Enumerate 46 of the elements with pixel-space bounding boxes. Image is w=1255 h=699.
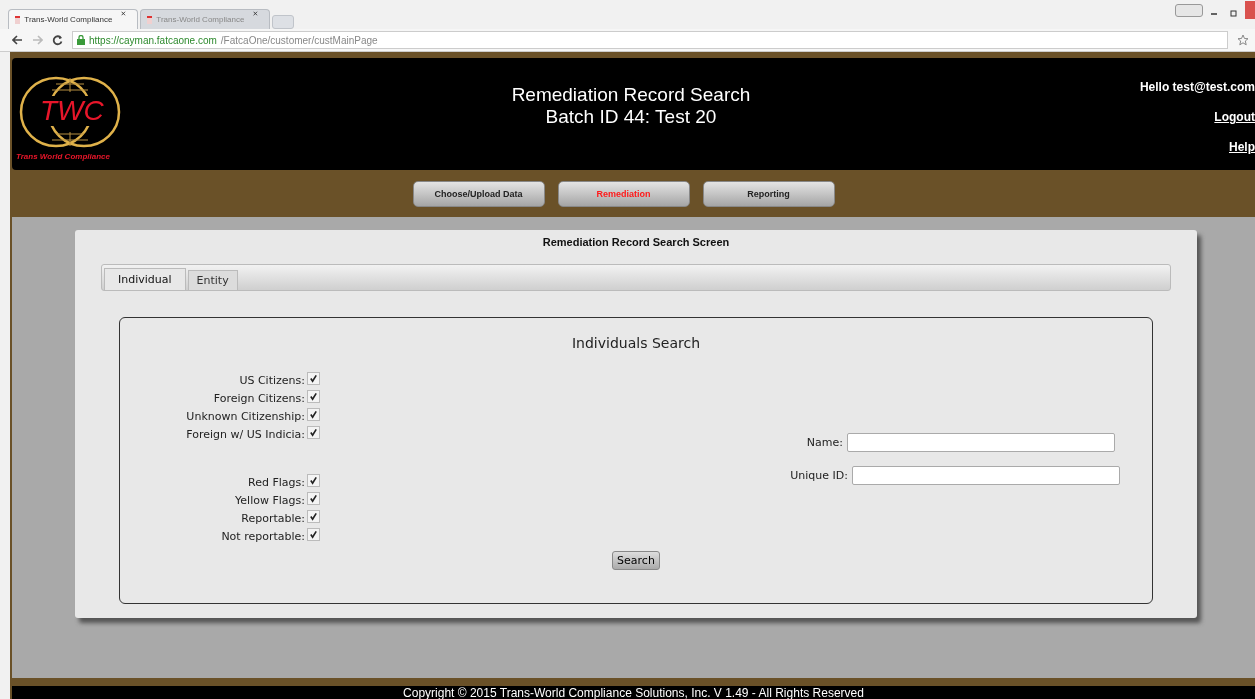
checkbox[interactable] — [307, 473, 320, 487]
checkbox-label: Foreign Citizens: — [213, 391, 305, 405]
header-link[interactable]: Logout — [1214, 110, 1255, 124]
search-button[interactable]: Search — [612, 551, 660, 570]
section-title: Individuals Search — [571, 335, 701, 351]
tab[interactable]: Individual — [104, 268, 186, 290]
browser-tab[interactable]: Trans-World Compliance — [8, 9, 138, 30]
checkbox[interactable] — [307, 389, 320, 403]
restore-icon[interactable] — [1230, 9, 1238, 18]
checkbox-label: Not reportable: — [221, 529, 305, 543]
favicon-icon — [147, 15, 153, 24]
header-link[interactable]: Help — [1229, 140, 1255, 154]
checkbox-label: Unknown Citizenship: — [186, 409, 305, 423]
checkbox[interactable] — [307, 407, 320, 421]
nav-button[interactable]: Reporting — [702, 180, 835, 207]
back-icon[interactable] — [12, 35, 23, 46]
favicon-icon — [15, 15, 21, 24]
panel-title: Remediation Record Search Screen — [542, 236, 730, 248]
checkbox-label: Yellow Flags: — [235, 493, 305, 507]
input-field[interactable] — [852, 466, 1120, 485]
checkbox-label: US Citizens: — [239, 373, 305, 387]
close-window-button[interactable] — [1245, 1, 1255, 20]
checkbox-label: Reportable: — [241, 511, 305, 525]
page-title: Remediation Record Search — [511, 84, 751, 106]
address-bar[interactable]: https://cayman.fatcaone.com /FatcaOne/customer/custMainPage — [72, 31, 1228, 50]
nav-button[interactable]: Choose/Upload Data — [412, 180, 545, 207]
tab[interactable]: Entity — [187, 270, 238, 290]
copyright-text: Copyright © 2015 Trans-World Compliance Solutions, Inc. V 1.49 - All Rights Reserved — [403, 686, 864, 699]
logo: TWC Trans World Compliance — [18, 72, 122, 160]
checkbox[interactable] — [307, 491, 320, 505]
checkbox[interactable] — [307, 371, 320, 385]
close-icon[interactable] — [121, 10, 126, 18]
checkbox[interactable] — [307, 527, 320, 541]
checkbox[interactable] — [307, 425, 320, 439]
input-field[interactable] — [847, 433, 1115, 452]
field-label: Name: — [806, 436, 843, 449]
reload-icon[interactable] — [52, 34, 63, 46]
field-label: Unique ID: — [790, 469, 848, 482]
star-icon[interactable] — [1237, 34, 1249, 47]
checkbox-label: Red Flags: — [248, 475, 305, 489]
batch-subtitle: Batch ID 44: Test 20 — [545, 106, 717, 128]
checkbox-label: Foreign w/ US Indicia: — [186, 427, 305, 441]
checkbox[interactable] — [307, 509, 320, 523]
greeting-text: Hello test@test.com — [1139, 80, 1255, 94]
lock-icon — [77, 35, 85, 46]
close-icon[interactable] — [253, 10, 258, 18]
